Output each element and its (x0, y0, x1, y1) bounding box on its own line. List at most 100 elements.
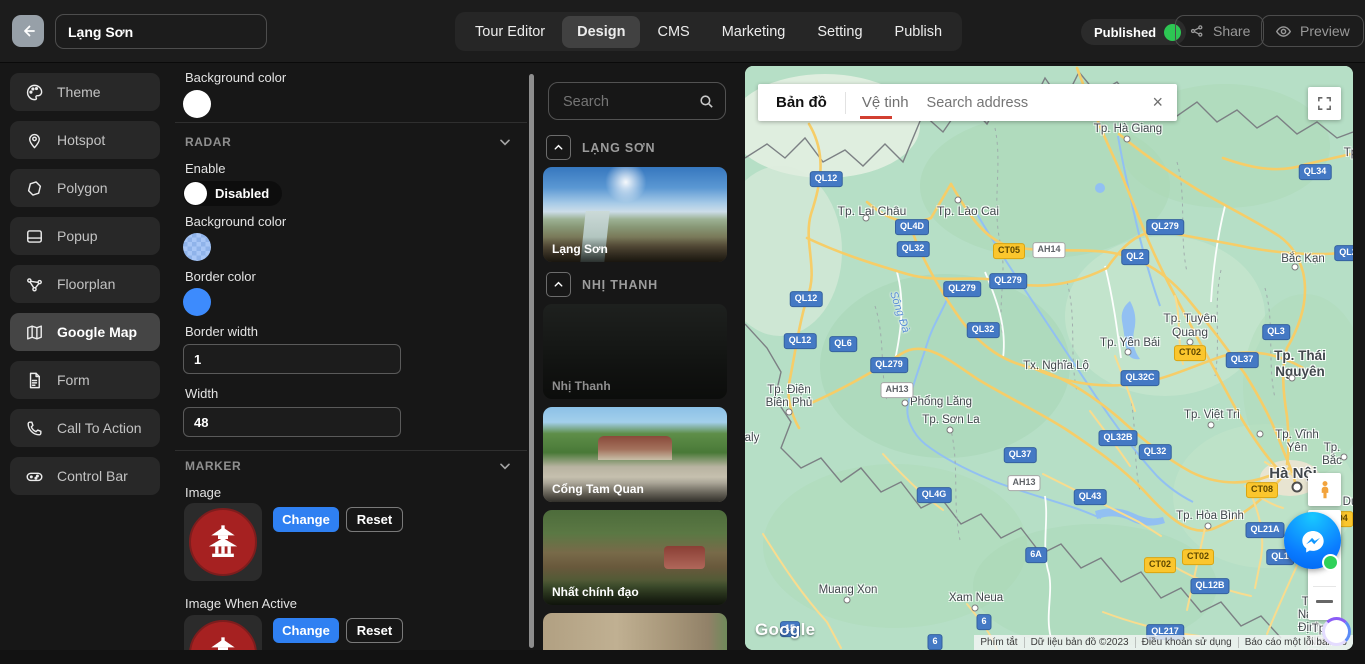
map-type-bar: Bản đồ Vệ tinh × (758, 84, 1177, 121)
sidebar-item-theme[interactable]: Theme (10, 73, 160, 111)
share-button[interactable]: Share (1175, 15, 1264, 47)
marker-image-preview[interactable] (184, 503, 262, 581)
road-badge-ql32b: QL32B (1098, 430, 1137, 446)
sidebar-item-label: Popup (57, 228, 97, 244)
map-city-dot (844, 597, 851, 604)
radar-border-width-input[interactable] (183, 344, 401, 374)
map-city-dot (863, 215, 870, 222)
fullscreen-button[interactable] (1308, 87, 1341, 120)
map-label-tp-b-c: Tp. Bắc (1322, 442, 1343, 468)
back-button[interactable] (12, 15, 44, 47)
map-address-search-input[interactable] (925, 94, 1139, 112)
attribution-item[interactable]: Dữ liệu bản đồ ©2023 (1024, 637, 1135, 648)
sidebar-item-call-to-action[interactable]: Call To Action (10, 409, 160, 447)
road-badge-ct08: CT08 (1246, 482, 1278, 498)
google-map[interactable]: Tp. Hà GiangTp. Lai ChâuTp. Lào CaiTp.Bắ… (745, 66, 1353, 650)
sidebar-item-floorplan[interactable]: Floorplan (10, 265, 160, 303)
zoom-out-button[interactable] (1316, 600, 1333, 603)
tab-cms[interactable]: CMS (642, 16, 704, 48)
search-icon (698, 93, 715, 110)
map-city-dot (1125, 349, 1132, 356)
tab-tour-editor[interactable]: Tour Editor (460, 16, 560, 48)
pegman-button[interactable] (1308, 473, 1341, 506)
scene-search-input[interactable] (561, 90, 695, 114)
radar-width-label: Width (185, 386, 218, 401)
map-type-tab-map[interactable]: Bản đồ (758, 94, 845, 111)
close-icon[interactable]: × (1138, 92, 1177, 113)
scene-group-header-nh-thanh: NHỊ THANH (546, 272, 658, 297)
scene-thumbnail (543, 613, 727, 652)
sidebar-item-control-bar[interactable]: Control Bar (10, 457, 160, 495)
scene-card-c-ng-tam-quan[interactable]: Cổng Tam Quan (543, 407, 727, 502)
sidebar-item-google-map[interactable]: Google Map (10, 313, 160, 351)
map-city-dot (1292, 264, 1299, 271)
marker-image-reset-button[interactable]: Reset (346, 507, 403, 532)
map-pin-icon (25, 131, 44, 150)
background-color-swatch[interactable] (183, 90, 211, 118)
preview-button[interactable]: Preview (1261, 15, 1364, 47)
scene-card-l-ng-s-n[interactable]: Lạng Sơn (543, 167, 727, 262)
tab-publish[interactable]: Publish (880, 16, 958, 48)
sidebar-item-label: Theme (57, 84, 101, 100)
chevron-down-icon[interactable] (497, 458, 513, 474)
road-badge-ql12: QL12 (810, 171, 843, 187)
road-badge-ct02: CT02 (1144, 557, 1176, 573)
map-city-dot (1292, 482, 1303, 493)
map-label-tp-i-n-bi-n-ph: Tp. Điện Biên Phủ (766, 384, 813, 410)
map-label-tx-ngh-a-l: Tx. Nghĩa Lộ (1023, 360, 1089, 373)
map-label-tp-v-nh-y-n: Tp. Vĩnh Yên (1269, 429, 1325, 455)
road-badge-ql4d: QL4D (895, 219, 929, 235)
radar-width-input[interactable] (183, 407, 401, 437)
sidebar-item-popup[interactable]: Popup (10, 217, 160, 255)
settings-scrollbar[interactable] (529, 74, 534, 648)
published-label: Published (1094, 25, 1156, 40)
sidebar-item-label: Control Bar (57, 468, 128, 484)
arrow-left-icon (19, 22, 37, 40)
map-label-tp-lai-ch-u: Tp. Lai Châu (838, 205, 907, 219)
radar-enable-toggle[interactable]: Disabled (183, 181, 282, 206)
messenger-icon (1297, 525, 1329, 557)
map-city-dot (1257, 431, 1264, 438)
collapse-group-button[interactable] (546, 272, 571, 297)
attribution-item[interactable]: Phím tắt (974, 637, 1023, 648)
road-badge-ql2: QL2 (1121, 249, 1149, 265)
gamepad-icon (25, 467, 44, 486)
scene-group-name: NHỊ THANH (582, 278, 658, 292)
marker-image-active-change-button[interactable]: Change (273, 618, 339, 643)
online-status-dot (1322, 554, 1339, 571)
marker-image-active-reset-button[interactable]: Reset (346, 618, 403, 643)
marker-image-change-button[interactable]: Change (273, 507, 339, 532)
share-label: Share (1213, 23, 1250, 39)
road-badge-ct02: CT02 (1174, 345, 1206, 361)
road-badge-ql12b: QL12B (1190, 578, 1229, 594)
collapse-group-button[interactable] (546, 135, 571, 160)
sidebar-item-label: Form (57, 372, 90, 388)
map-label-tp-h-a-b-nh: Tp. Hòa Bình (1176, 510, 1244, 523)
scene-card[interactable] (543, 613, 727, 652)
sidebar-item-hotspot[interactable]: Hotspot (10, 121, 160, 159)
published-badge[interactable]: Published (1081, 19, 1186, 45)
tab-marketing[interactable]: Marketing (707, 16, 801, 48)
palette-icon (25, 83, 44, 102)
scene-list-panel: LẠNG SƠN Lạng Sơn NHỊ THANH Nhị Thanh Cổng T… (540, 62, 730, 652)
sidebar-item-form[interactable]: Form (10, 361, 160, 399)
radar-border-color-swatch[interactable] (183, 288, 211, 316)
map-type-tab-satellite[interactable]: Vệ tinh (846, 94, 925, 111)
tab-setting[interactable]: Setting (802, 16, 877, 48)
radar-section-title: RADAR (185, 135, 231, 149)
sidebar-item-polygon[interactable]: Polygon (10, 169, 160, 207)
map-label-muang-xon: Muang Xon (819, 584, 878, 597)
road-badge-ah13: AH13 (1007, 475, 1040, 491)
scene-card-nh-t-ch-nh-o[interactable]: Nhất chính đạo (543, 510, 727, 605)
scene-group-header-l-ng-s-n: LẠNG SƠN (546, 135, 655, 160)
tour-title-input[interactable] (55, 14, 267, 49)
scene-card-nh-thanh[interactable]: Nhị Thanh (543, 304, 727, 399)
divider (175, 122, 527, 123)
sidebar-item-label: Polygon (57, 180, 108, 196)
chevron-down-icon[interactable] (497, 134, 513, 150)
attribution-item[interactable]: Điều khoản sử dụng (1135, 637, 1238, 648)
map-label-b-c-k-n: Bắc Kạn (1281, 253, 1324, 266)
radar-background-color-swatch[interactable] (183, 233, 211, 261)
tab-design[interactable]: Design (562, 16, 640, 48)
scene-label: Cổng Tam Quan (543, 477, 727, 502)
